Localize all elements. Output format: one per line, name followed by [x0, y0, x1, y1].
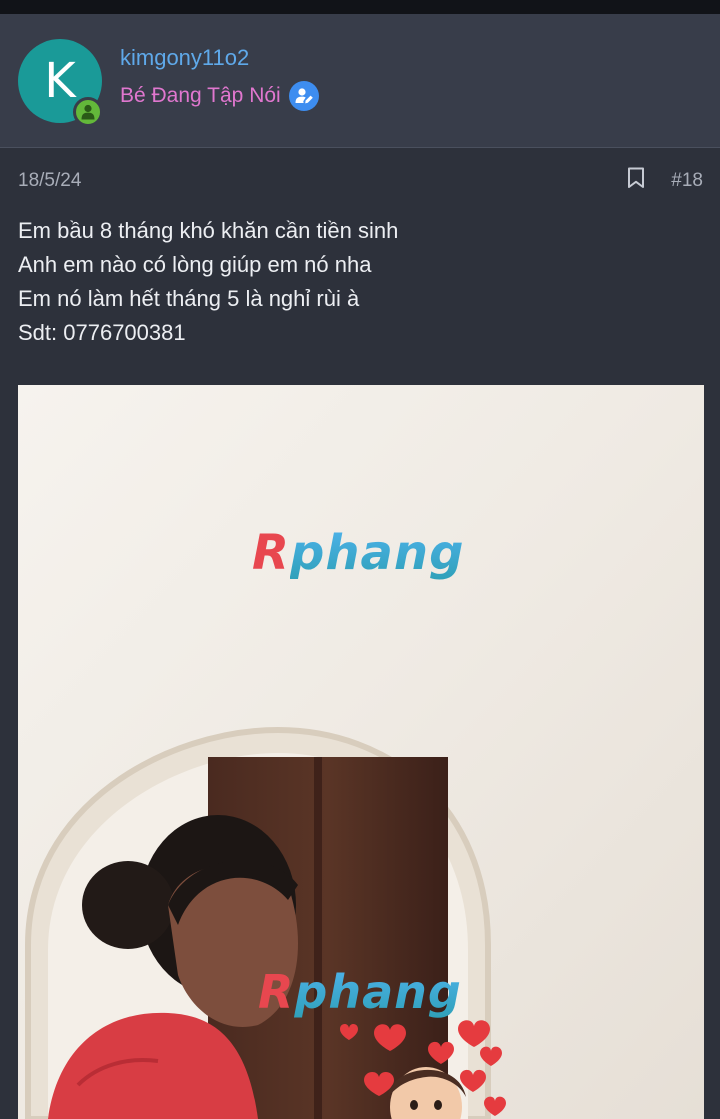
post-image-attachment[interactable]: Rphang Rphang [18, 385, 704, 1119]
post-line: Sdt: 0776700381 [18, 320, 186, 345]
post-line: Em bầu 8 tháng khó khăn cần tiền sinh [18, 218, 399, 243]
post-date[interactable]: 18/5/24 [18, 170, 81, 192]
post-number[interactable]: #18 [671, 170, 703, 192]
post-author-header: K kimgony11o2 Bé Đang Tập Nói [0, 14, 720, 148]
bookmark-icon[interactable] [627, 167, 645, 195]
verified-user-icon [288, 80, 319, 111]
username-link[interactable]: kimgony11o2 [120, 45, 319, 71]
post-line: Anh em nào có lòng giúp em nó nha [18, 252, 372, 277]
user-title: Bé Đang Tập Nói [120, 83, 281, 107]
avatar[interactable]: K [18, 38, 103, 127]
watermark-bottom: Rphang [258, 965, 462, 1019]
watermark-top: Rphang [252, 525, 465, 581]
post-body: Em bầu 8 tháng khó khăn cần tiền sinh An… [0, 214, 720, 350]
online-status-icon [73, 96, 103, 127]
avatar-letter: K [44, 52, 76, 109]
post-meta-bar: 18/5/24 #18 [0, 148, 720, 214]
post-line: Em nó làm hết tháng 5 là nghỉ rùi à [18, 286, 360, 311]
status-bar [0, 0, 720, 14]
